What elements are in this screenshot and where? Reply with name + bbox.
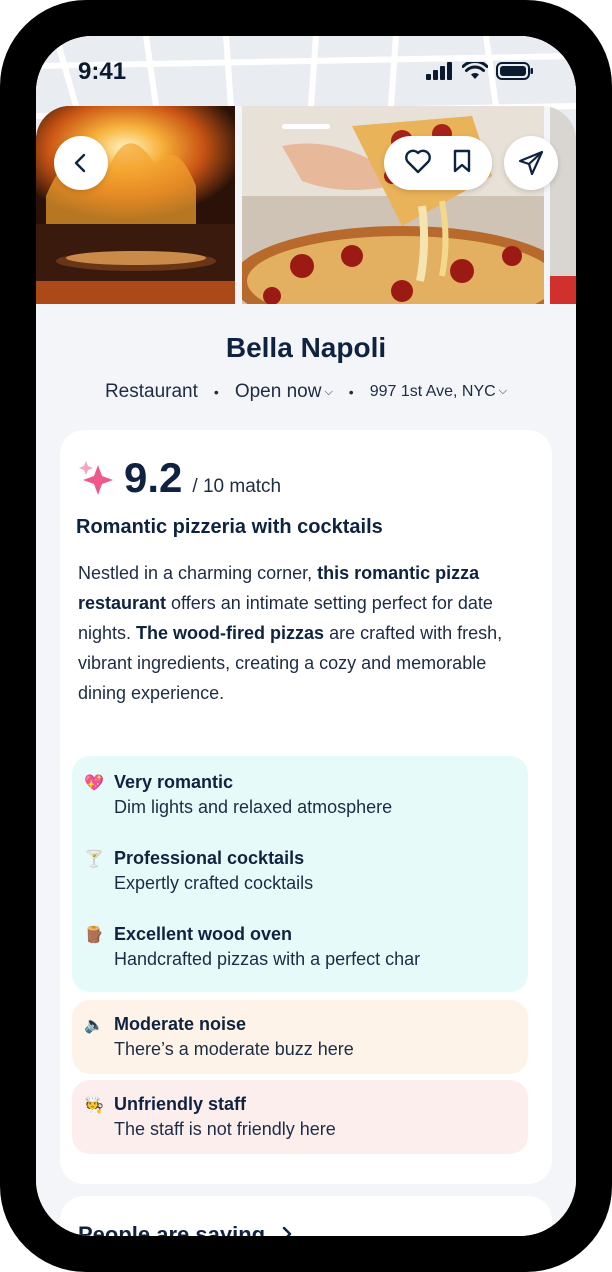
photo-wood-oven[interactable] — [36, 106, 235, 304]
chevron-left-icon — [74, 153, 86, 173]
chef-icon: 🧑‍🍳 — [84, 1097, 104, 1114]
pro-title: Very romantic — [114, 772, 234, 792]
battery-icon — [496, 62, 533, 80]
send-icon — [518, 150, 544, 176]
meta-separator: • — [213, 384, 219, 400]
con-item: 🔈 Moderate noise There’s a moderate buzz… — [84, 1014, 354, 1060]
bookmark-button[interactable] — [451, 148, 473, 179]
con-subtitle: There’s a moderate buzz here — [114, 1039, 354, 1059]
con-title: Moderate noise — [114, 1014, 247, 1034]
chevron-down-icon: ⌵ — [324, 386, 333, 398]
photo-pizza-slice[interactable] — [242, 106, 544, 304]
con-item-noise: 🔈 Moderate noise There’s a moderate buzz… — [72, 1000, 528, 1074]
con-item-staff: 🧑‍🍳 Unfriendly staff The staff is not fr… — [72, 1080, 528, 1154]
pro-subtitle: Expertly crafted cocktails — [114, 873, 314, 893]
sheet-grab-handle[interactable] — [282, 124, 330, 129]
status-time: 9:41 — [78, 58, 127, 85]
cellular-signal-icon — [426, 62, 452, 80]
wood-log-icon: 🪵 — [84, 927, 104, 944]
people-saying-title[interactable]: People are saying — [78, 1222, 295, 1236]
photo-third[interactable] — [550, 106, 576, 304]
con-subtitle: The staff is not friendly here — [114, 1119, 336, 1139]
con-title: Unfriendly staff — [114, 1094, 247, 1114]
people-saying-card[interactable]: People are saying — [60, 1196, 552, 1236]
favorite-save-group — [384, 136, 492, 190]
match-card: 9.2 / 10 match Romantic pizzeria with co… — [60, 430, 552, 1184]
category-label: Restaurant — [104, 381, 198, 402]
match-headline: Romantic pizzeria with cocktails — [76, 516, 383, 538]
chevron-down-icon: ⌵ — [498, 385, 508, 397]
heart-sparkle-icon: 💖 — [84, 775, 104, 792]
screen: 9:41 Bella Napoli Restaurant • Open now … — [36, 36, 576, 1236]
open-status-dropdown[interactable]: Open now ⌵ — [235, 381, 333, 403]
wifi-icon — [462, 62, 488, 79]
address-label: 997 1st Ave, NYC — [369, 383, 496, 400]
pro-item: 🍸 Professional cocktails Expertly crafte… — [84, 848, 313, 894]
match-description: Nestled in a charming corner, this roman… — [78, 558, 508, 708]
match-score: 9.2 — [124, 454, 183, 501]
phone-frame: 9:41 Bella Napoli Restaurant • Open now … — [0, 0, 612, 1272]
pro-item: 💖 Very romantic Dim lights and relaxed a… — [84, 772, 392, 818]
pro-title: Excellent wood oven — [114, 924, 293, 944]
desc-text: Nestled in a charming corner, — [78, 563, 318, 583]
heart-icon — [404, 149, 431, 173]
match-score-suffix: / 10 match — [192, 476, 282, 497]
bookmark-icon — [453, 149, 470, 172]
pro-subtitle: Handcrafted pizzas with a perfect char — [114, 949, 421, 969]
pro-title: Professional cocktails — [114, 848, 305, 868]
people-saying-label: People are saying — [78, 1222, 266, 1236]
detail-sheet: Bella Napoli Restaurant • Open now ⌵ • 99… — [36, 106, 576, 1236]
speaker-icon: 🔈 — [84, 1017, 104, 1034]
meta-separator: • — [348, 384, 354, 400]
con-item: 🧑‍🍳 Unfriendly staff The staff is not fr… — [84, 1094, 336, 1140]
photo-gallery[interactable] — [36, 106, 576, 304]
back-button[interactable] — [54, 136, 108, 190]
desc-highlight: The wood-fired pizzas — [136, 623, 325, 643]
restaurant-name: Bella Napoli — [225, 332, 387, 363]
restaurant-meta: Restaurant • Open now ⌵ • 997 1st Ave, NY… — [36, 381, 576, 403]
chevron-right-icon — [283, 1226, 292, 1236]
pro-item: 🪵 Excellent wood oven Handcrafted pizzas… — [84, 924, 420, 970]
status-bar: 9:41 — [36, 36, 576, 106]
cocktail-glass-icon: 🍸 — [84, 851, 104, 868]
address-dropdown[interactable]: 997 1st Ave, NYC ⌵ — [370, 383, 507, 401]
status-icons — [426, 62, 534, 80]
favorite-button[interactable] — [404, 148, 432, 179]
share-button[interactable] — [504, 136, 558, 190]
pros-list: 💖 Very romantic Dim lights and relaxed a… — [72, 756, 528, 992]
open-status-label: Open now — [234, 381, 322, 402]
match-score-row: 9.2 / 10 match — [78, 454, 281, 502]
sparkles-icon — [79, 461, 113, 495]
pro-subtitle: Dim lights and relaxed atmosphere — [114, 797, 393, 817]
